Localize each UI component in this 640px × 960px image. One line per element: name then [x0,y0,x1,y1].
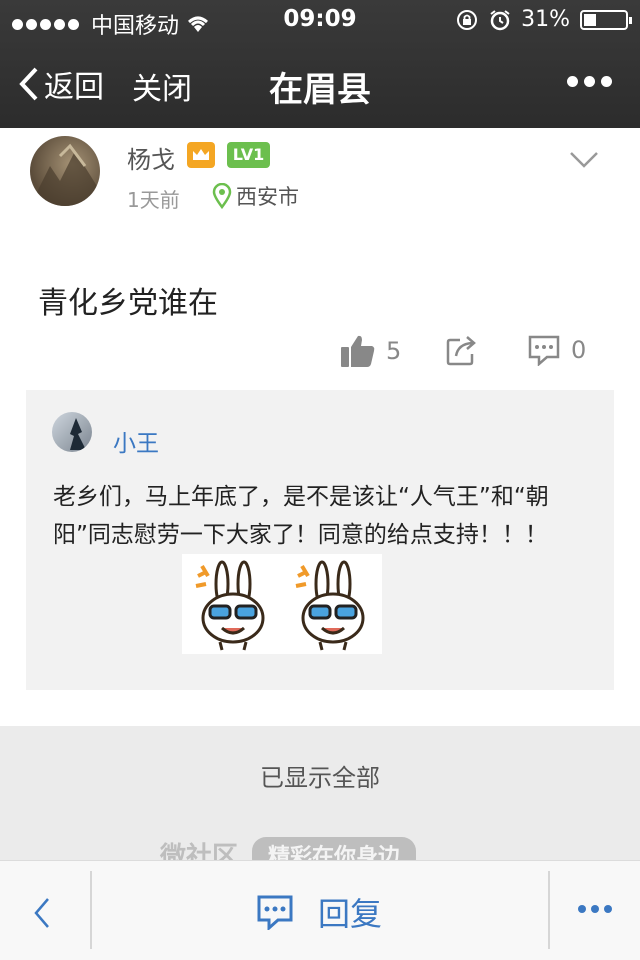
app-root: 中国移动 09:09 31% 返回 关闭 在眉县 杨戈 LV1 1天前 西安市 … [0,0,640,960]
bunny-sunglasses-sticker [195,560,265,651]
reply-label: 回复 [318,895,383,933]
share-icon [446,336,476,366]
divider [90,871,92,949]
comment-text: 老乡们，马上年底了，是不是该让“人气王”和“朝阳”同志慰劳一下大家了！同意的给点… [53,484,549,548]
crown-icon [187,142,215,168]
orientation-lock-icon [457,9,478,30]
location-label: 西安市 [236,185,299,209]
battery-percent: 31% [521,7,570,32]
reply-button[interactable]: 回复 [256,889,382,935]
post-content: 青化乡党谁在 [38,286,218,321]
thumbs-up-icon [341,335,375,367]
location-pin-icon [212,183,232,209]
nav-bar: 返回 关闭 在眉县 [0,40,640,128]
author-avatar[interactable] [30,136,100,206]
comment-count: 0 [571,336,587,364]
status-bar: 中国移动 09:09 31% [0,0,640,40]
level-badge: LV1 [227,142,270,168]
toolbar-more-button[interactable] [578,905,612,913]
battery-icon [580,9,632,30]
divider [548,871,550,949]
author-name[interactable]: 杨戈 [127,140,175,175]
comment-button[interactable]: 0 [527,334,586,366]
comment-card: 小王 老乡们，马上年底了，是不是该让“人气王”和“朝阳”同志慰劳一下大家了！同意… [26,390,614,690]
like-button[interactable]: 5 [340,334,401,368]
comment-icon [528,335,560,366]
battery-fill [584,13,596,26]
comment-icon [257,895,293,930]
post-time: 1天前 [127,188,180,212]
chevron-down-icon[interactable] [568,150,600,170]
bunny-sunglasses-sticker [295,560,365,651]
post-location: 西安市 [212,181,299,211]
share-button[interactable] [446,334,480,366]
status-right: 31% [455,7,632,32]
more-menu-button[interactable] [567,76,612,87]
sticker-images [182,554,382,654]
alarm-icon [490,9,510,30]
commenter-avatar[interactable] [52,412,92,452]
commenter-name[interactable]: 小王 [113,424,159,458]
toolbar-back-button[interactable] [30,895,54,931]
post-actions: 5 0 [0,334,640,374]
top-bar: 中国移动 09:09 31% 返回 关闭 在眉县 [0,0,640,128]
like-count: 5 [386,337,402,365]
all-shown-label: 已显示全部 [260,764,380,792]
bottom-toolbar: 回复 [0,860,640,960]
page-title: 在眉县 [269,70,371,110]
